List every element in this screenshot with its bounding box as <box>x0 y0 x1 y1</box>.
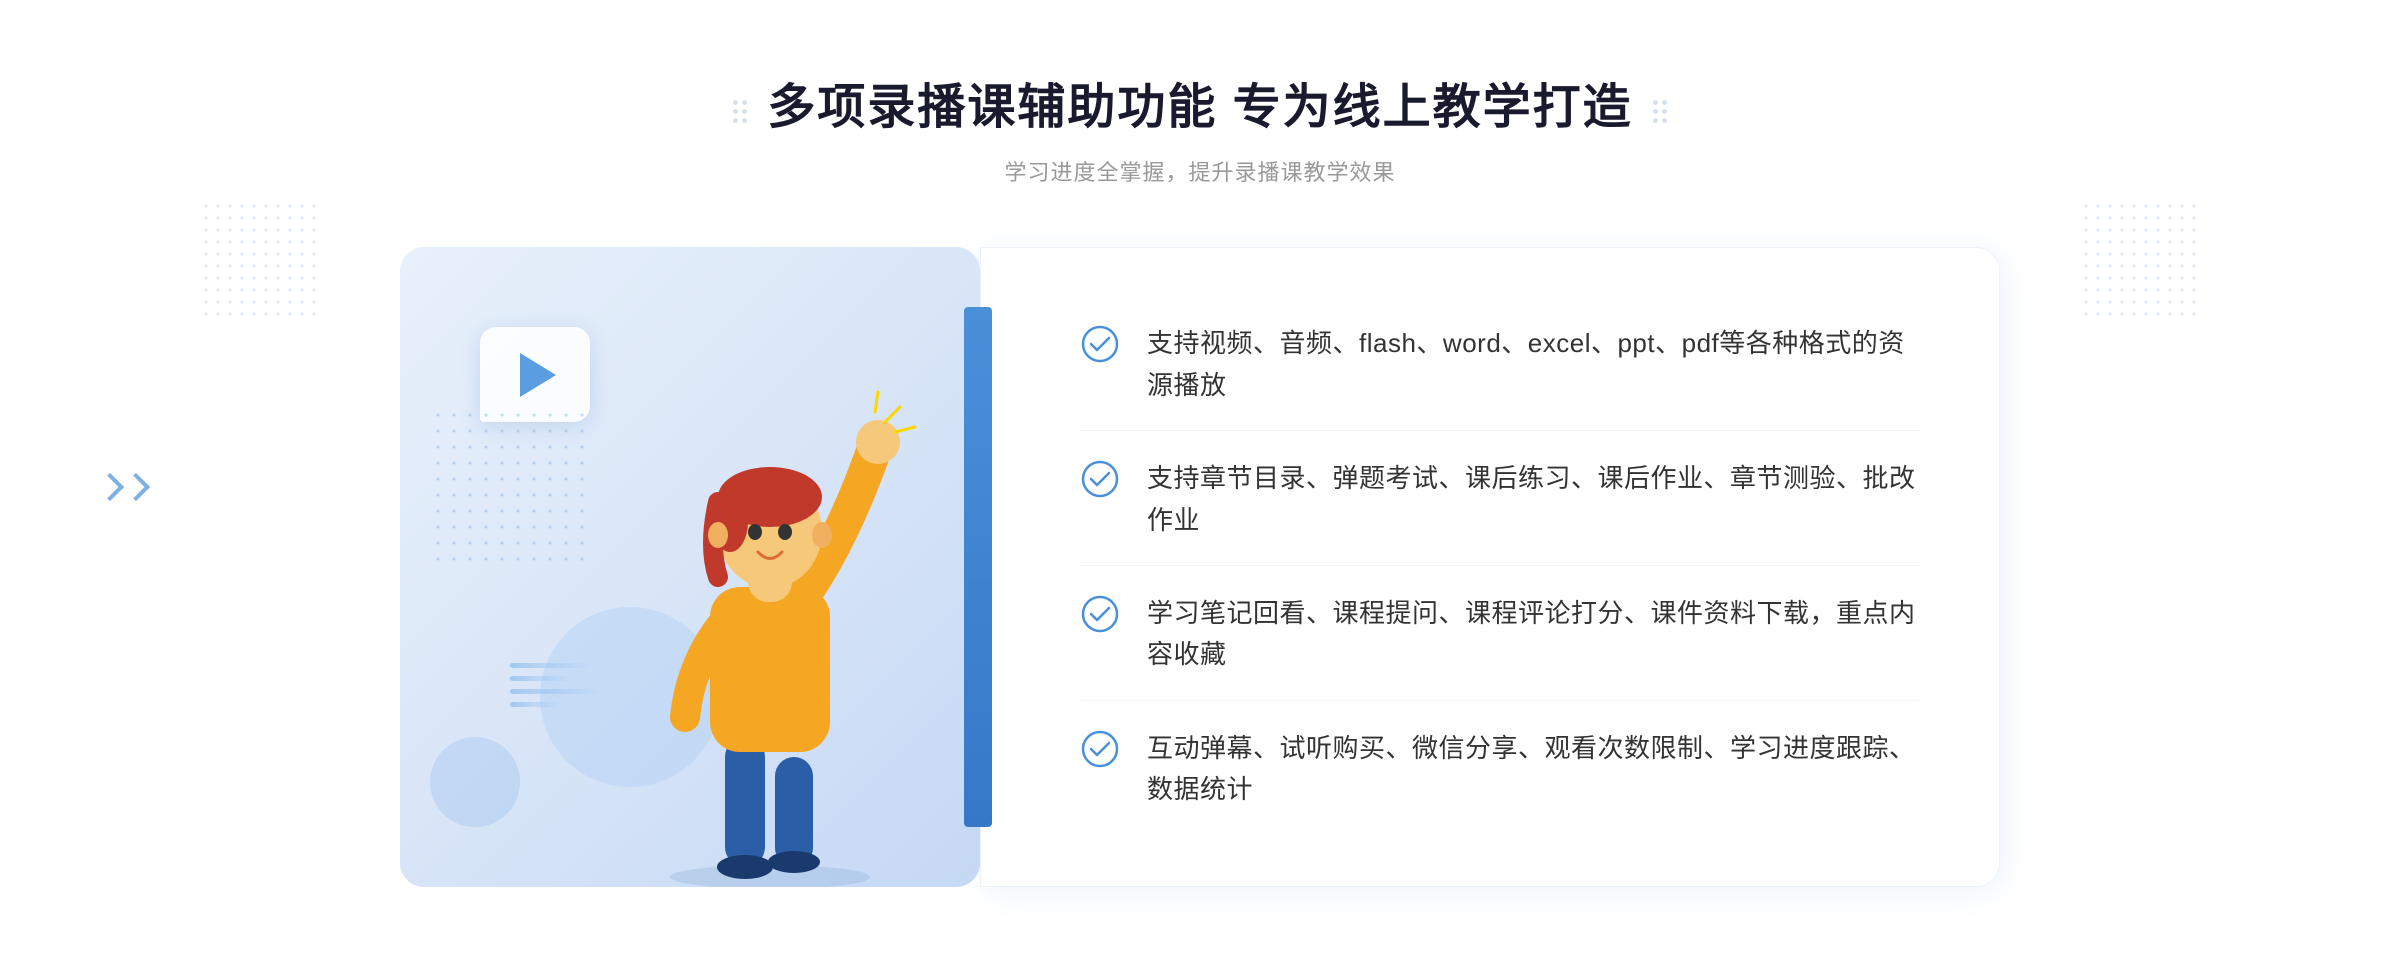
feature-text-1: 支持视频、音频、flash、word、excel、ppt、pdf等各种格式的资源… <box>1147 323 1919 406</box>
check-icon-1 <box>1081 325 1119 363</box>
deco-dots-right <box>1653 100 1667 123</box>
play-icon <box>520 353 556 397</box>
stripe-decoration <box>510 663 600 707</box>
feature-text-4: 互动弹幕、试听购买、微信分享、观看次数限制、学习进度跟踪、数据统计 <box>1147 728 1919 811</box>
dot-pattern-right <box>2080 200 2200 320</box>
feature-item-3: 学习笔记回看、课程提问、课程评论打分、课件资料下载，重点内容收藏 <box>1081 569 1919 701</box>
illustration-card <box>400 247 980 887</box>
page-subtitle: 学习进度全掌握，提升录播课教学效果 <box>733 155 1666 187</box>
check-icon-4 <box>1081 730 1119 768</box>
feature-item-4: 互动弹幕、试听购买、微信分享、观看次数限制、学习进度跟踪、数据统计 <box>1081 704 1919 835</box>
content-area: 支持视频、音频、flash、word、excel、ppt、pdf等各种格式的资源… <box>400 247 2000 887</box>
check-icon-2 <box>1081 460 1119 498</box>
feature-item-2: 支持章节目录、弹题考试、课后练习、课后作业、章节测验、批改作业 <box>1081 434 1919 566</box>
page-wrapper: 多项录播课辅助功能 专为线上教学打造 学习进度全掌握，提升录播课教学效果 <box>0 0 2400 974</box>
feature-text-2: 支持章节目录、弹题考试、课后练习、课后作业、章节测验、批改作业 <box>1147 458 1919 541</box>
feature-item-1: 支持视频、音频、flash、word、excel、ppt、pdf等各种格式的资源… <box>1081 299 1919 431</box>
left-chevrons <box>100 477 146 497</box>
circle-deco-small <box>430 737 520 827</box>
blue-accent-bar <box>964 307 992 827</box>
header-section: 多项录播课辅助功能 专为线上教学打造 学习进度全掌握，提升录播课教学效果 <box>733 67 1666 187</box>
page-title: 多项录播课辅助功能 专为线上教学打造 <box>767 67 1632 137</box>
features-panel: 支持视频、音频、flash、word、excel、ppt、pdf等各种格式的资源… <box>980 247 2000 887</box>
dot-pattern-left <box>200 200 320 320</box>
deco-dots-left <box>733 100 747 123</box>
feature-text-3: 学习笔记回看、课程提问、课程评论打分、课件资料下载，重点内容收藏 <box>1147 593 1919 676</box>
chevron-icon-2 <box>122 473 150 501</box>
title-decoration: 多项录播课辅助功能 专为线上教学打造 <box>733 67 1666 155</box>
person-illustration <box>600 347 940 887</box>
chevron-icon-1 <box>96 473 124 501</box>
check-icon-3 <box>1081 595 1119 633</box>
card-dot-grid <box>430 407 590 567</box>
